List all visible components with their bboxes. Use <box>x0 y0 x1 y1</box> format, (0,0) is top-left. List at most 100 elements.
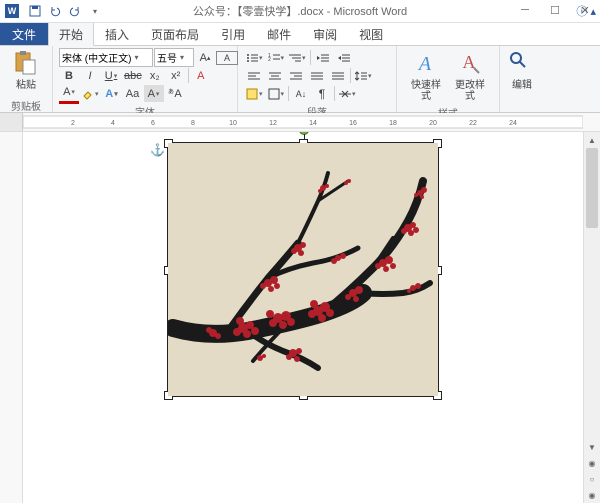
svg-text:22: 22 <box>469 120 477 127</box>
svg-text:A: A <box>463 52 476 72</box>
tab-view[interactable]: 视图 <box>348 22 394 45</box>
superscript-button[interactable]: x² <box>166 67 186 84</box>
group-paragraph: 12 <box>238 46 397 112</box>
ruler-horizontal: 2468 10121416 18202224 <box>0 113 600 132</box>
outdent-icon[interactable] <box>313 49 333 66</box>
align-left-icon[interactable] <box>244 67 264 84</box>
change-styles-icon: A <box>456 50 484 78</box>
tab-layout[interactable]: 页面布局 <box>140 22 210 45</box>
anchor-icon: ⚓ <box>150 143 165 157</box>
tab-review[interactable]: 审阅 <box>302 22 348 45</box>
align-justify-icon[interactable] <box>307 67 327 84</box>
tab-insert[interactable]: 插入 <box>94 22 140 45</box>
rotate-handle[interactable] <box>299 132 309 135</box>
undo-icon[interactable] <box>46 2 64 20</box>
group-editing: 编辑 <box>500 46 544 112</box>
browse-object-icon[interactable]: ○ <box>584 471 600 487</box>
app-icon: W <box>4 3 20 19</box>
align-center-icon[interactable] <box>265 67 285 84</box>
subscript-button[interactable]: x₂ <box>145 67 165 84</box>
italic-button[interactable]: I <box>80 67 100 84</box>
bullets-icon[interactable] <box>244 49 265 66</box>
group-styles: A 快速样式 A 更改样式 样式 <box>397 46 500 112</box>
sort-icon[interactable]: A↓ <box>291 85 311 102</box>
line-spacing-icon[interactable] <box>353 67 374 84</box>
save-icon[interactable] <box>26 2 44 20</box>
svg-text:24: 24 <box>509 120 517 127</box>
paste-icon <box>12 50 40 78</box>
find-icon <box>508 50 536 78</box>
bold-button[interactable]: B <box>59 67 79 84</box>
highlight-icon[interactable] <box>80 85 101 102</box>
grow-font-icon[interactable]: A▴ <box>195 49 215 66</box>
quick-styles-button[interactable]: A 快速样式 <box>404 48 448 104</box>
change-case-icon[interactable]: Aa <box>123 85 143 102</box>
scroll-thumb[interactable] <box>586 148 598 228</box>
maximize-button[interactable]: ☐ <box>540 0 570 20</box>
clear-format-icon[interactable]: A <box>191 67 211 84</box>
char-shading-icon[interactable]: A <box>144 85 164 102</box>
borders-icon[interactable] <box>266 85 287 102</box>
quick-styles-icon: A <box>412 50 440 78</box>
font-color-icon[interactable]: A <box>59 84 79 104</box>
font-family-combo[interactable]: 宋体 (中文正文) <box>59 48 153 67</box>
align-distribute-icon[interactable] <box>328 67 348 84</box>
asian-layout-icon[interactable] <box>337 85 358 102</box>
paste-button[interactable]: 粘贴 <box>4 48 48 93</box>
tab-home[interactable]: 开始 <box>48 22 94 46</box>
align-right-icon[interactable] <box>286 67 306 84</box>
document-area: ⚓ <box>0 132 600 503</box>
scroll-up-icon[interactable]: ▲ <box>584 132 600 148</box>
redo-icon[interactable] <box>66 2 84 20</box>
document-canvas[interactable]: ⚓ <box>23 132 583 503</box>
svg-text:W: W <box>8 6 17 16</box>
group-clipboard: 粘贴 剪贴板 <box>0 46 53 112</box>
ruler-vertical[interactable] <box>0 132 23 503</box>
numbering-icon[interactable]: 12 <box>266 49 287 66</box>
indent-icon[interactable] <box>334 49 354 66</box>
change-styles-button[interactable]: A 更改样式 <box>448 48 492 104</box>
editing-button[interactable]: 编辑 <box>504 48 540 93</box>
svg-text:6: 6 <box>151 120 155 127</box>
help-minimize-icon[interactable]: ⓘ ▴ <box>576 3 596 19</box>
selected-image[interactable]: ⚓ <box>167 142 439 397</box>
svg-text:14: 14 <box>309 120 317 127</box>
svg-text:2: 2 <box>71 120 75 127</box>
group-font: 宋体 (中文正文) 五号 A▴ A B I U abc x₂ x² A <box>53 46 238 112</box>
strike-button[interactable]: abc <box>122 67 144 84</box>
underline-button[interactable]: U <box>101 67 121 84</box>
phonetic-icon[interactable]: ぁA <box>165 85 185 102</box>
vertical-scrollbar[interactable]: ▲ ▼ ◉ ○ ◉ <box>583 132 600 503</box>
text-effects-icon[interactable]: A <box>102 85 122 102</box>
show-marks-icon[interactable]: ¶ <box>312 85 332 102</box>
svg-text:2: 2 <box>268 57 271 63</box>
minimize-button[interactable]: ─ <box>510 0 540 20</box>
page: ⚓ <box>33 132 573 437</box>
font-size-combo[interactable]: 五号 <box>154 48 194 67</box>
titlebar: W ▾ 公众号：【零壹快学】.docx - Microsoft Word ─ ☐… <box>0 0 600 23</box>
file-tab[interactable]: 文件 <box>0 23 48 45</box>
svg-text:18: 18 <box>389 120 397 127</box>
tab-mailings[interactable]: 邮件 <box>256 22 302 45</box>
svg-text:10: 10 <box>229 120 237 127</box>
qat-dropdown-icon[interactable]: ▾ <box>86 2 104 20</box>
ribbon: 粘贴 剪贴板 宋体 (中文正文) 五号 A▴ A B I U <box>0 46 600 113</box>
shading-icon[interactable] <box>244 85 265 102</box>
ruler-corner <box>0 113 23 131</box>
svg-text:4: 4 <box>111 120 115 127</box>
char-border-icon[interactable]: A <box>216 51 238 65</box>
tab-references[interactable]: 引用 <box>210 22 256 45</box>
image-content <box>168 143 438 396</box>
quick-access-toolbar: ▾ <box>26 2 104 20</box>
word-window: W ▾ 公众号：【零壹快学】.docx - Microsoft Word ─ ☐… <box>0 0 600 503</box>
prev-page-icon[interactable]: ◉ <box>584 455 600 471</box>
scroll-down-icon[interactable]: ▼ <box>584 439 600 455</box>
svg-text:12: 12 <box>269 120 277 127</box>
ruler-h-scale[interactable]: 2468 10121416 18202224 <box>23 113 600 131</box>
multilevel-icon[interactable] <box>287 49 308 66</box>
ribbon-tabs: 文件 开始 插入 页面布局 引用 邮件 审阅 视图 ⓘ ▴ <box>0 23 600 46</box>
svg-text:8: 8 <box>191 120 195 127</box>
svg-text:20: 20 <box>429 120 437 127</box>
next-page-icon[interactable]: ◉ <box>584 487 600 503</box>
window-title: 公众号：【零壹快学】.docx - Microsoft Word <box>193 3 407 19</box>
